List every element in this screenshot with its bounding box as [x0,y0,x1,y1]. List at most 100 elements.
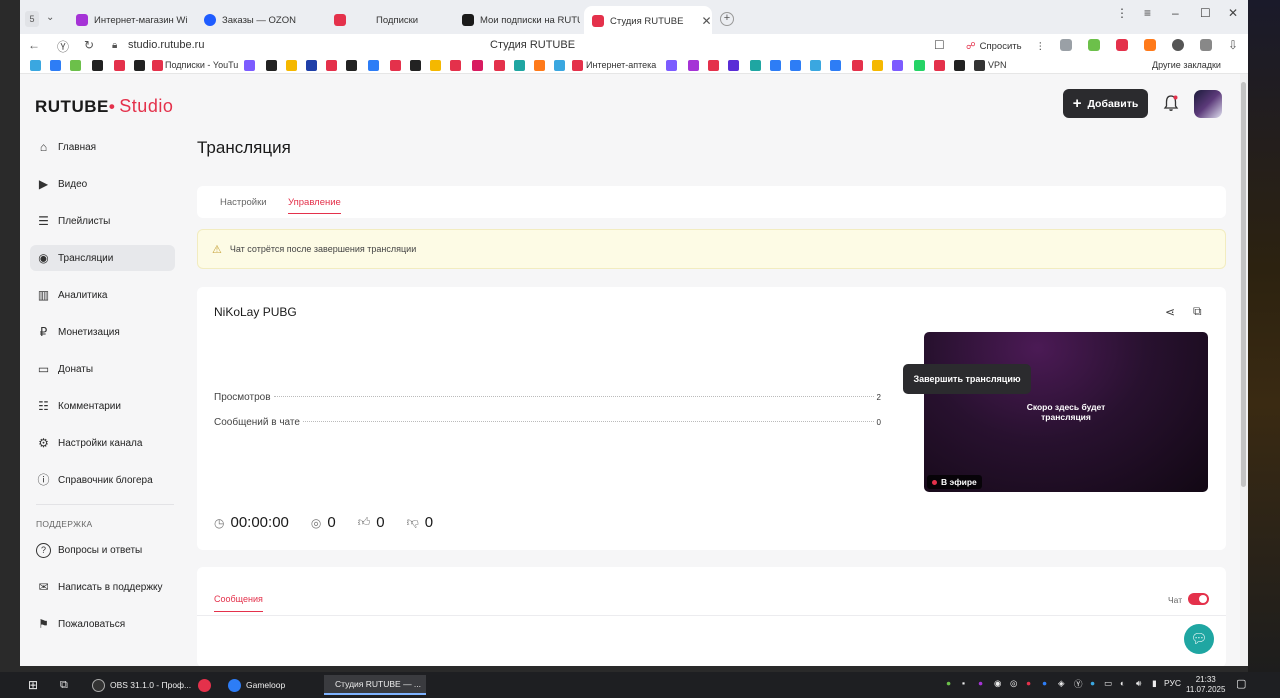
tab-list-chevron-icon[interactable]: ⌄ [46,12,54,23]
share-icon[interactable]: ⋖ [1165,305,1175,319]
bookmark-icon[interactable] [830,60,841,71]
tab-management[interactable]: Управление [288,197,341,214]
sidebar-item-report[interactable]: ⚑ Пожаловаться [30,611,175,637]
extensions-icon[interactable] [1200,39,1212,51]
more-icon[interactable]: ⋮ [1036,41,1046,52]
bookmark-youtube-subscriptions[interactable]: Подписки - YouTu [165,60,238,70]
tray-icon[interactable]: ◈ [1058,678,1065,689]
bookmark-icon[interactable] [934,60,945,71]
bookmark-icon[interactable] [914,60,925,71]
external-link-icon[interactable]: ⧉ [1193,304,1202,319]
bookmark-icon[interactable] [852,60,863,71]
bookmark-icon[interactable] [872,60,883,71]
new-tab-button[interactable]: + [720,12,734,26]
bookmark-icon[interactable] [50,60,61,71]
tray-icon[interactable]: ▮ [1152,678,1157,689]
notifications-icon[interactable]: ▢ [1236,677,1246,690]
bookmark-icon[interactable] [494,60,505,71]
bookmark-pharmacy[interactable]: Интернет-аптека [586,60,656,70]
extension-b-icon[interactable] [1144,39,1156,51]
yandex-browser-icon[interactable] [192,675,217,695]
sidebar-item-playlists[interactable]: ☰ Плейлисты [30,208,175,234]
close-tab-icon[interactable]: ✕ [701,14,711,28]
yandex-icon[interactable]: Ⓨ [57,38,69,55]
sidebar-item-channel-settings[interactable]: ⚙ Настройки канала [30,430,175,456]
language-indicator[interactable]: РУС [1164,678,1181,688]
bookmark-icon[interactable] [514,60,525,71]
bookmark-icon[interactable] [790,60,801,71]
bookmark-icon[interactable] [892,60,903,71]
avatar[interactable] [1194,90,1222,118]
add-button[interactable]: + Добавить [1063,89,1148,118]
sidebar-item-comments[interactable]: ☷ Комментарии [30,393,175,419]
tray-icon[interactable]: ◉ [994,678,1001,689]
tray-icon[interactable]: ▪ [962,678,965,688]
minimize-icon[interactable]: – [1172,6,1179,20]
tab-rutube-studio[interactable]: Студия RUTUBE ✕ [584,6,712,36]
bookmark-icon[interactable] [450,60,461,71]
bookmark-icon[interactable] [114,60,125,71]
scroll-thumb[interactable] [1241,82,1246,487]
bookmark-icon[interactable] [954,60,965,71]
bookmark-icon[interactable] [326,60,337,71]
task-rutube-studio[interactable]: Студия RUTUBE — ... [324,675,426,695]
bookmark-icon[interactable] [346,60,357,71]
tray-icon[interactable]: ● [1042,678,1047,688]
close-window-icon[interactable]: ✕ [1228,6,1238,20]
bookmark-icon[interactable]: ☐ [934,38,945,52]
extension-pocket-icon[interactable] [1116,39,1128,51]
task-gameloop[interactable]: Gameloop [222,675,291,695]
tab-rutube-subscriptions[interactable]: Мои подписки на RUTUBE [454,8,580,32]
tray-icon[interactable]: ● [1090,678,1095,688]
maximize-icon[interactable]: ☐ [1200,6,1211,20]
menu-icon[interactable]: ≡ [1144,6,1151,20]
bookmark-icon[interactable] [534,60,545,71]
sidebar-item-donations[interactable]: ▭ Донаты [30,356,175,382]
tray-icon[interactable]: ● [1026,678,1031,688]
rutube-studio-logo[interactable]: RUTUBE• Studio [35,96,173,117]
sidebar-item-analytics[interactable]: ▥ Аналитика [30,282,175,308]
back-icon[interactable]: ← [28,38,40,52]
bookmark-icon[interactable] [430,60,441,71]
reload-icon[interactable]: ↻ [84,38,94,52]
bookmark-icon[interactable] [70,60,81,71]
bookmark-icon[interactable] [688,60,699,71]
bookmark-icon[interactable] [92,60,103,71]
chat-toggle[interactable] [1188,593,1209,605]
stream-preview[interactable]: Скоро здесь будет трансляция В эфире [924,332,1208,492]
bookmark-icon[interactable] [134,60,145,71]
bell-icon[interactable] [1163,94,1179,112]
tab-counter[interactable]: 5 [25,11,39,27]
start-icon[interactable]: ⊞ [22,675,44,695]
task-view-icon[interactable]: ⧉ [54,675,74,695]
tray-icon[interactable]: ● [978,678,983,688]
sidebar-item-faq[interactable]: ? Вопросы и ответы [30,537,175,563]
sidebar-item-contact-support[interactable]: ✉ Написать в поддержку [30,574,175,600]
extension-download-icon[interactable] [1088,39,1100,51]
sidebar-item-monetization[interactable]: ₽ Монетизация [30,319,175,345]
extension-play-icon[interactable] [1172,39,1184,51]
bookmark-icon[interactable] [666,60,677,71]
clock[interactable]: 21:33 11.07.2025 [1186,675,1225,695]
bookmark-icon[interactable] [30,60,41,71]
network-icon[interactable]: ▭ [1104,678,1112,689]
url-text[interactable]: studio.rutube.ru [128,39,204,51]
support-chat-button[interactable]: 💬︎ [1184,624,1214,654]
tray-icon[interactable]: ◎ [1010,678,1017,689]
bookmarks-icon[interactable]: ⋮ [1116,6,1128,20]
task-obs[interactable]: OBS 31.1.0 - Проф... [86,675,197,695]
tray-icon[interactable]: Ⓨ [1074,678,1083,690]
ask-button[interactable]: ☍ Спросить ⋮ [960,37,1051,55]
bookmark-icon[interactable] [390,60,401,71]
tab-messages[interactable]: Сообщения [214,594,263,612]
bookmark-icon[interactable] [286,60,297,71]
bookmark-icon[interactable] [410,60,421,71]
bookmark-icon[interactable] [770,60,781,71]
volume-icon[interactable]: 🔊︎ [1136,678,1141,689]
bookmark-icon[interactable] [244,60,255,71]
tab-ozon[interactable]: Заказы — OZON [196,8,316,32]
bookmark-icon[interactable] [306,60,317,71]
tab-wildberries[interactable]: Интернет-магазин Wildb [68,8,188,32]
bookmark-icon[interactable] [368,60,379,71]
end-stream-button[interactable]: Завершить трансляцию [903,364,1031,394]
